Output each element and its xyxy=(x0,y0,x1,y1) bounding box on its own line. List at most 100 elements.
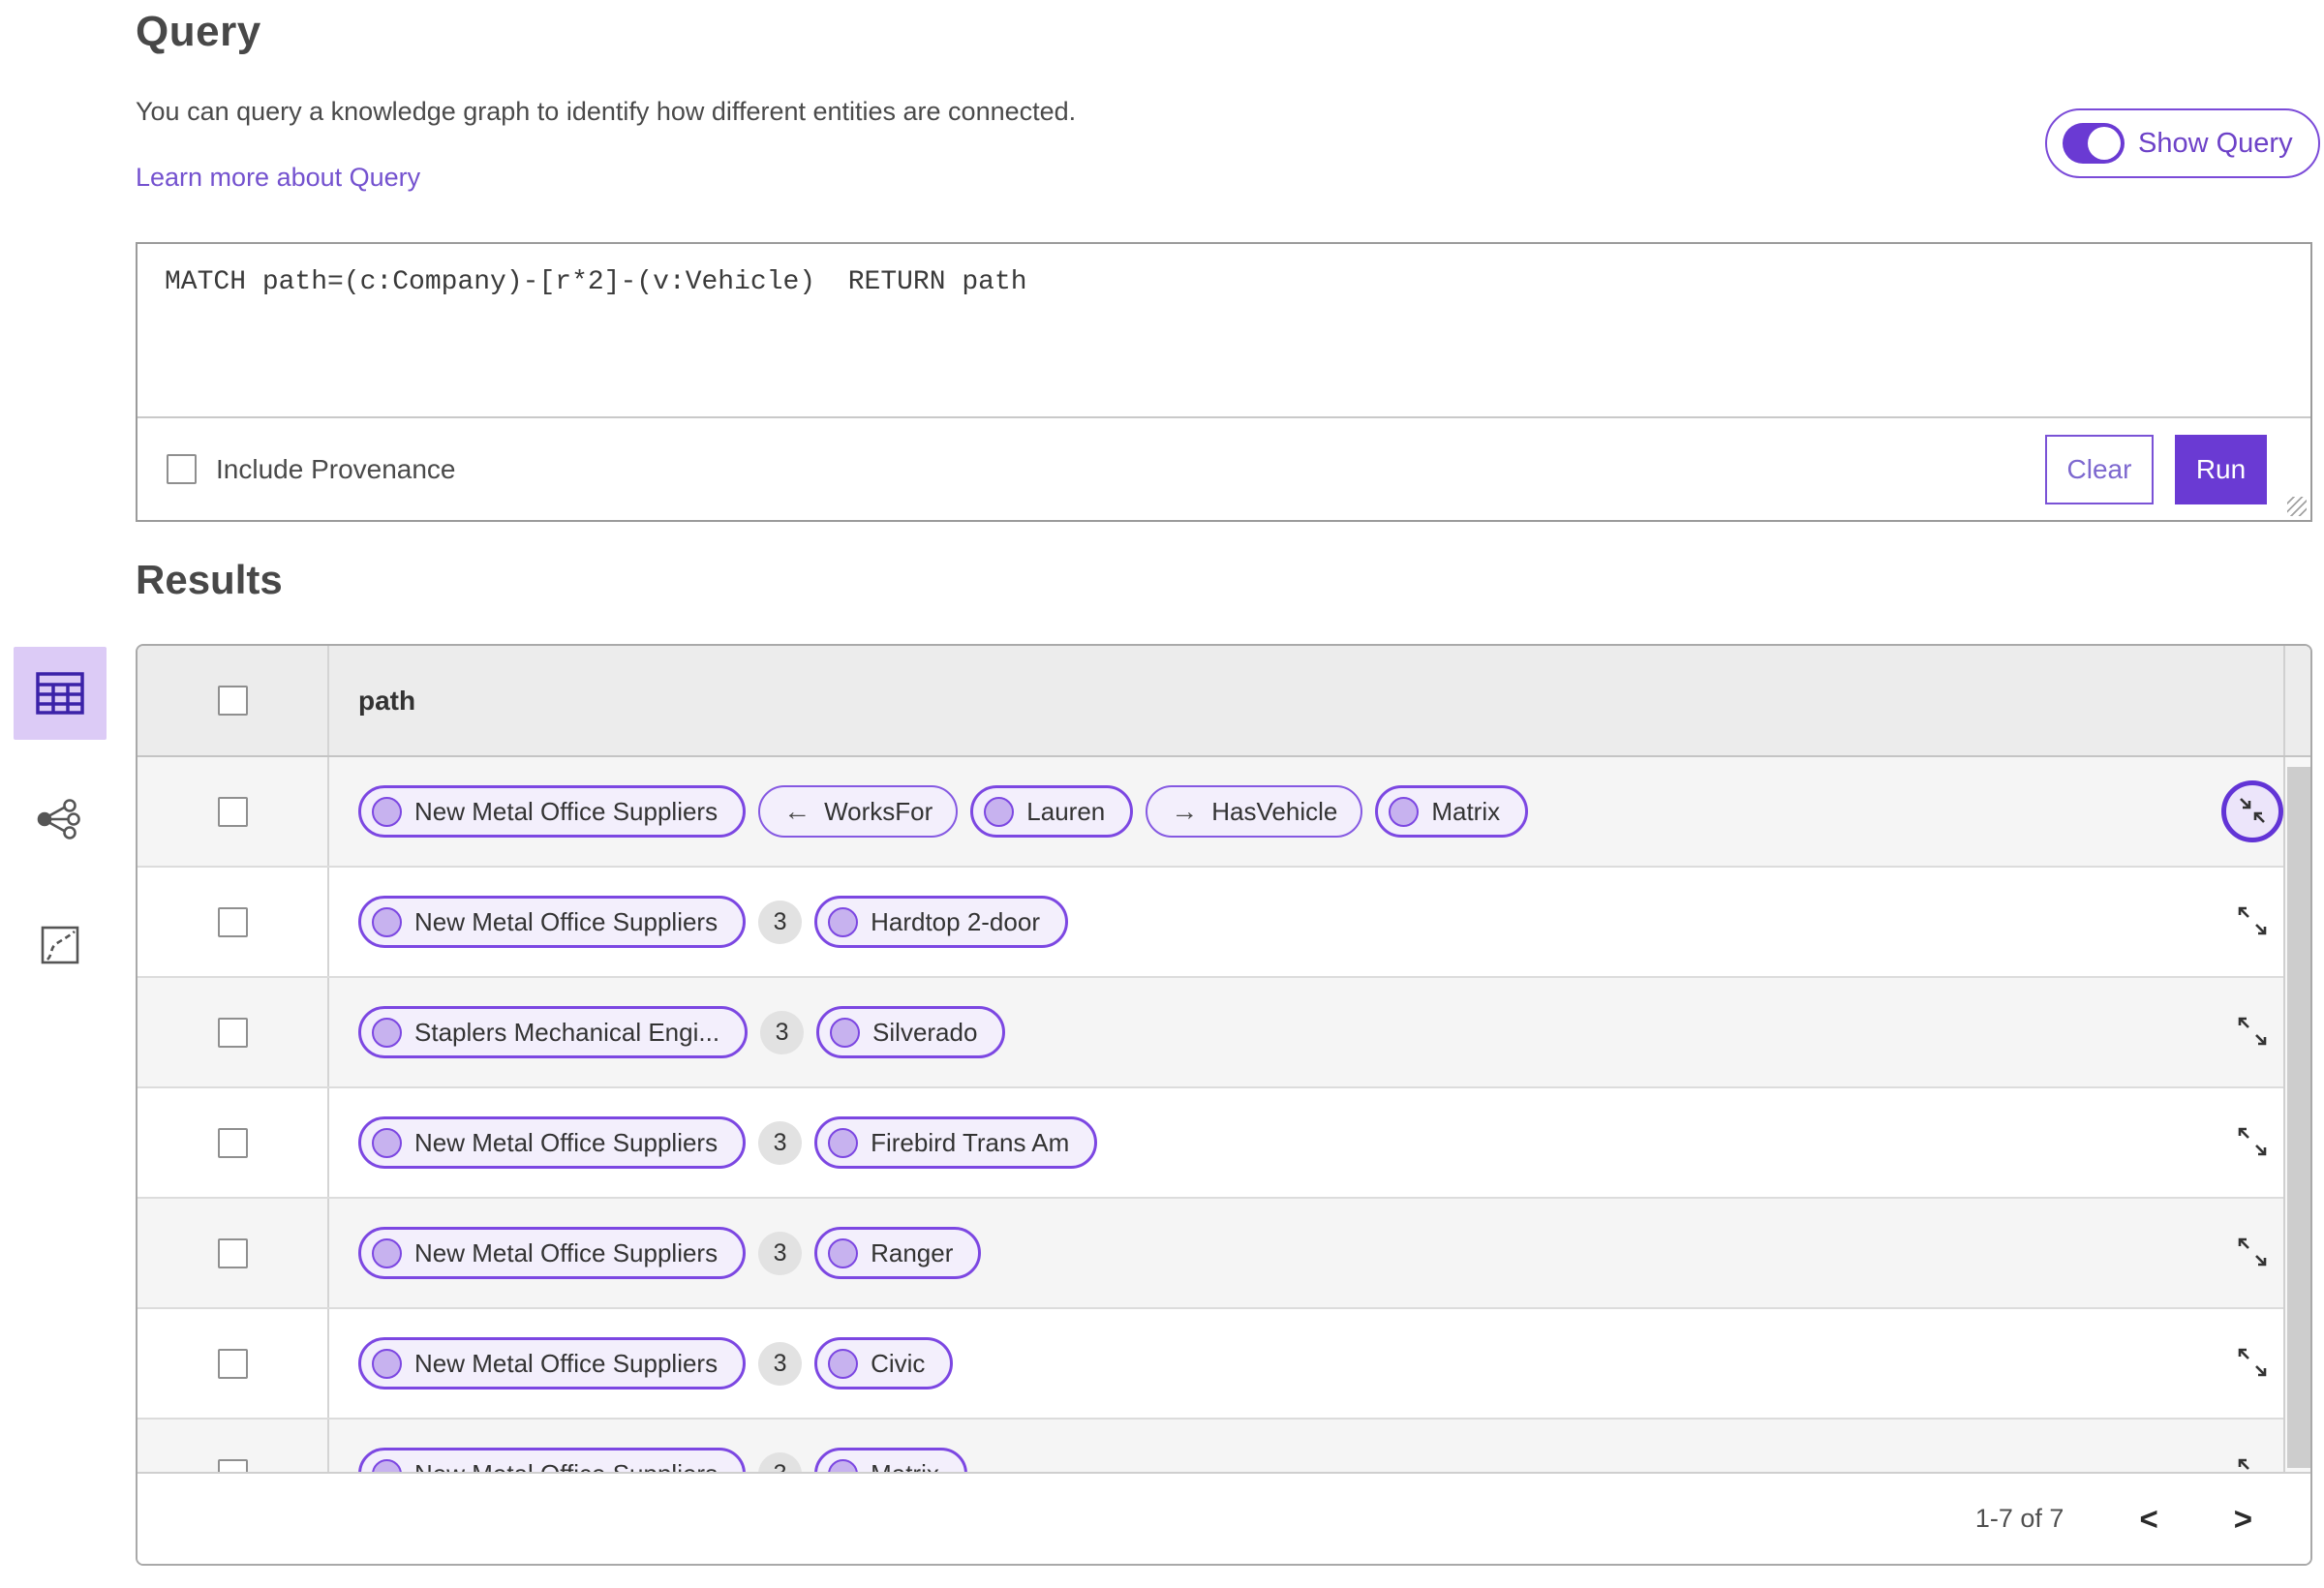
entity-pill[interactable]: Staplers Mechanical Engi... xyxy=(358,1006,749,1058)
entity-label: New Metal Office Suppliers xyxy=(414,1348,719,1378)
collapse-icon xyxy=(2235,793,2270,831)
entity-pill[interactable]: New Metal Office Suppliers xyxy=(358,1227,747,1279)
vertical-scrollbar[interactable] xyxy=(2283,757,2310,1476)
page-title: Query xyxy=(136,8,261,55)
table-row: New Metal Office Suppliers 3 Civic xyxy=(138,1309,2310,1420)
table-header-row: path xyxy=(138,646,2310,757)
toggle-switch-icon[interactable] xyxy=(2063,123,2125,164)
entity-pill[interactable]: New Metal Office Suppliers xyxy=(358,896,747,948)
entity-pill[interactable]: Hardtop 2-door xyxy=(814,896,1068,948)
entity-pill[interactable]: Matrix xyxy=(1375,785,1529,838)
collapse-row-button[interactable] xyxy=(2221,780,2283,842)
query-textarea[interactable]: MATCH path=(c:Company)-[r*2]-(v:Vehicle)… xyxy=(138,244,2310,418)
expand-row-button[interactable] xyxy=(2235,1235,2270,1272)
row-checkbox-cell xyxy=(138,1088,329,1197)
select-all-checkbox[interactable] xyxy=(217,686,248,716)
graph-view-button[interactable] xyxy=(14,773,107,866)
relationship-label: WorksFor xyxy=(824,796,933,826)
entity-pill[interactable]: New Metal Office Suppliers xyxy=(358,785,747,838)
relationship-pill[interactable]: → HasVehicle xyxy=(1146,785,1363,838)
expand-icon xyxy=(2235,1235,2270,1272)
relationship-count-badge: 3 xyxy=(758,1120,803,1165)
expand-row-button[interactable] xyxy=(2235,903,2270,941)
table-row: New Metal Office Suppliers 3 Hardtop 2-doo… xyxy=(138,868,2310,978)
path-cell: New Metal Office Suppliers 3 Firebird Tran… xyxy=(329,1088,2194,1197)
expand-icon xyxy=(2235,903,2270,941)
entity-node-icon xyxy=(984,796,1015,827)
table-view-button[interactable] xyxy=(14,647,107,740)
query-page: Query You can query a knowledge graph to… xyxy=(0,0,2324,1588)
path-cell: New Metal Office Suppliers 3 Ranger xyxy=(329,1199,2194,1307)
row-checkbox[interactable] xyxy=(217,1237,248,1268)
entity-pill[interactable]: Ranger xyxy=(814,1227,982,1279)
include-provenance-checkbox[interactable] xyxy=(167,454,197,484)
entity-pill[interactable]: Silverado xyxy=(816,1006,1006,1058)
relationship-label: HasVehicle xyxy=(1211,796,1338,826)
entity-label: New Metal Office Suppliers xyxy=(414,796,719,826)
row-checkbox[interactable] xyxy=(217,906,248,937)
chevron-right-icon[interactable]: > xyxy=(2234,1503,2252,1535)
entity-node-icon xyxy=(372,796,402,827)
expand-row-button[interactable] xyxy=(2235,1014,2270,1052)
table-row: Staplers Mechanical Engi... 3 Silverado xyxy=(138,978,2310,1088)
map-view-button[interactable] xyxy=(14,899,107,992)
relationship-count-badge: 3 xyxy=(760,1010,805,1054)
path-cell: New Metal Office Suppliers 3 Hardtop 2-doo… xyxy=(329,868,2194,976)
entity-label: Ranger xyxy=(871,1237,954,1267)
path-cell: New Metal Office Suppliers 3 Civic xyxy=(329,1309,2194,1418)
pagination-range-label: 1-7 of 7 xyxy=(1974,1504,2064,1533)
query-toolbar: Include Provenance Clear Run xyxy=(138,418,2310,520)
entity-pill[interactable]: New Metal Office Suppliers xyxy=(358,1116,747,1169)
row-checkbox-cell xyxy=(138,868,329,976)
resize-grip-icon[interactable] xyxy=(2287,497,2307,516)
entity-pill[interactable]: New Metal Office Suppliers xyxy=(358,1337,747,1390)
learn-more-link[interactable]: Learn more about Query xyxy=(136,163,420,193)
scrollbar-thumb[interactable] xyxy=(2287,767,2310,1468)
row-checkbox-cell xyxy=(138,1199,329,1307)
results-view-toolbar xyxy=(0,647,126,1024)
expand-row-button[interactable] xyxy=(2235,1124,2270,1162)
row-checkbox[interactable] xyxy=(217,796,248,827)
row-checkbox[interactable] xyxy=(217,1017,248,1048)
entity-label: Civic xyxy=(871,1348,926,1378)
entity-node-icon xyxy=(828,1237,859,1268)
entity-node-icon xyxy=(828,906,859,937)
entity-pill[interactable]: Civic xyxy=(814,1337,954,1390)
entity-pill[interactable]: Firebird Trans Am xyxy=(814,1116,1098,1169)
entity-node-icon xyxy=(372,1017,402,1048)
show-query-toggle[interactable]: Show Query xyxy=(2045,108,2320,178)
results-table: path New Metal Office Suppliers ← WorksFor… xyxy=(136,644,2312,1566)
entity-label: Hardtop 2-door xyxy=(871,906,1040,936)
entity-label: Matrix xyxy=(1431,796,1501,826)
row-checkbox-cell xyxy=(138,978,329,1086)
row-checkbox[interactable] xyxy=(217,1127,248,1158)
entity-label: New Metal Office Suppliers xyxy=(414,1127,719,1157)
row-checkbox[interactable] xyxy=(217,1348,248,1379)
query-panel: MATCH path=(c:Company)-[r*2]-(v:Vehicle)… xyxy=(136,242,2312,522)
map-view-icon xyxy=(40,925,80,965)
clear-button[interactable]: Clear xyxy=(2045,434,2154,504)
header-scroll-gutter xyxy=(2283,646,2310,755)
row-checkbox-cell xyxy=(138,1309,329,1418)
path-cell: New Metal Office Suppliers ← WorksFor Laure… xyxy=(329,757,2194,866)
header-checkbox-cell xyxy=(138,646,329,755)
relationship-count-badge: 3 xyxy=(758,1341,803,1386)
relationship-pill[interactable]: ← WorksFor xyxy=(758,785,959,838)
expand-row-button[interactable] xyxy=(2235,1345,2270,1383)
entity-node-icon xyxy=(828,1348,859,1379)
path-cell: Staplers Mechanical Engi... 3 Silverado xyxy=(329,978,2194,1086)
entity-label: New Metal Office Suppliers xyxy=(414,1237,719,1267)
chevron-left-icon[interactable]: < xyxy=(2139,1503,2157,1535)
run-button[interactable]: Run xyxy=(2175,434,2267,504)
table-row: New Metal Office Suppliers ← WorksFor Laure… xyxy=(138,757,2310,868)
relationship-count-badge: 3 xyxy=(758,1231,803,1275)
expand-icon xyxy=(2235,1014,2270,1052)
entity-pill[interactable]: Lauren xyxy=(970,785,1134,838)
row-checkbox-cell xyxy=(138,757,329,866)
expand-icon xyxy=(2235,1345,2270,1383)
entity-node-icon xyxy=(828,1127,859,1158)
entity-node-icon xyxy=(372,906,402,937)
table-body: New Metal Office Suppliers ← WorksFor Laure… xyxy=(138,757,2310,1530)
entity-label: Staplers Mechanical Engi... xyxy=(414,1017,720,1047)
include-provenance-label: Include Provenance xyxy=(216,453,456,484)
